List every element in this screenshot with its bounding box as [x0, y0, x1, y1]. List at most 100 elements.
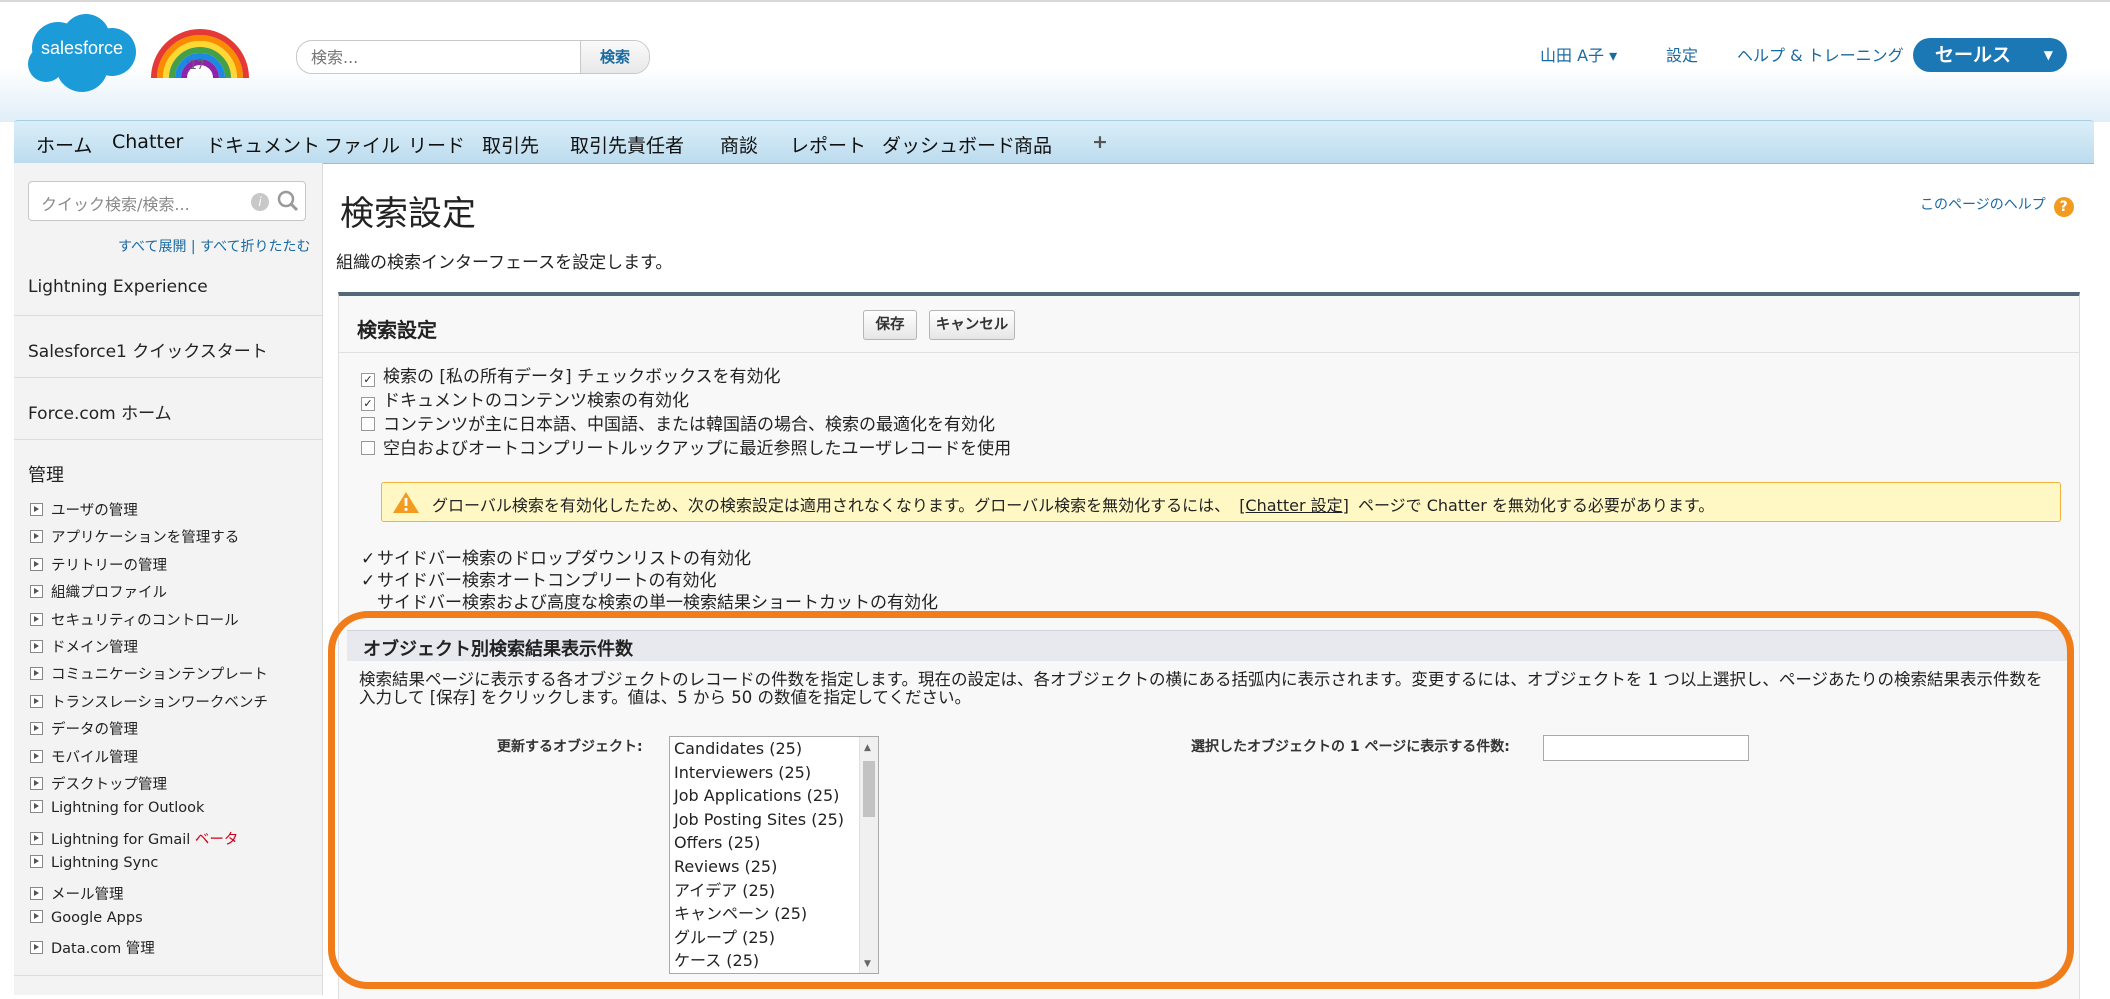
checkbox[interactable]: ✓: [361, 373, 375, 387]
tab-reports[interactable]: レポート: [790, 131, 866, 158]
warning-text-after: ページで Chatter を無効化する必要があります。: [1357, 496, 1715, 515]
checkbox-label: 空白およびオートコンプリートルックアップに最近参照したユーザレコードを使用: [383, 439, 1012, 459]
admin-item-label: モバイル管理: [51, 749, 138, 766]
sidebar-item-salesforce1-quickstart[interactable]: Salesforce1 クイックスタート: [28, 337, 268, 362]
checkbox[interactable]: ✓: [361, 397, 375, 411]
expand-icon[interactable]: [30, 777, 43, 790]
sidebar-item-lightning-experience[interactable]: Lightning Experience: [28, 277, 208, 297]
objects-listbox[interactable]: Candidates (25) Interviewers (25) Job Ap…: [669, 736, 879, 974]
list-item[interactable]: Interviewers (25): [670, 761, 878, 785]
expand-icon[interactable]: [30, 855, 43, 869]
scroll-down-icon[interactable]: ▼: [864, 959, 871, 969]
scrollbar[interactable]: ▲ ▼: [859, 737, 878, 973]
admin-item-lightning-sync[interactable]: Lightning Sync: [30, 855, 158, 871]
expand-icon[interactable]: [30, 886, 43, 900]
expand-icon[interactable]: [30, 557, 43, 571]
tab-chatter[interactable]: Chatter: [112, 131, 183, 153]
expand-icon[interactable]: [30, 749, 43, 763]
global-search-input[interactable]: [309, 43, 575, 71]
scroll-up-icon[interactable]: ▲: [864, 743, 871, 753]
sidebar-item-forcecom-home[interactable]: Force.com ホーム: [28, 399, 172, 424]
user-menu[interactable]: 山田 A子 ▾: [1540, 42, 1617, 66]
tab-accounts[interactable]: 取引先: [482, 131, 539, 158]
admin-item-apps[interactable]: アプリケーションを管理する: [30, 526, 239, 547]
list-item[interactable]: ケース (25): [670, 949, 878, 973]
tab-documents[interactable]: ドキュメント: [206, 131, 320, 158]
admin-item-label: Data.com 管理: [51, 941, 155, 958]
expand-icon[interactable]: [30, 503, 43, 516]
tab-add-icon[interactable]: +: [1092, 131, 1108, 153]
admin-item-desktop[interactable]: デスクトップ管理: [30, 773, 167, 794]
divider: [14, 439, 322, 440]
setting-recent-users-lookup[interactable]: 空白およびオートコンプリートルックアップに最近参照したユーザレコードを使用: [361, 434, 1011, 459]
setting-cjk-optimization[interactable]: コンテンツが主に日本語、中国語、または韓国語の場合、検索の最適化を有効化: [361, 410, 995, 435]
expand-icon[interactable]: [30, 800, 43, 814]
admin-item-security[interactable]: セキュリティのコントロール: [30, 609, 239, 630]
help-icon: ?: [2053, 197, 2074, 217]
expand-icon[interactable]: [30, 722, 43, 736]
results-count-input[interactable]: [1543, 735, 1749, 761]
section-title: オブジェクト別検索結果表示件数: [363, 639, 633, 660]
admin-item-label: 組織プロファイル: [51, 585, 167, 602]
tab-contacts[interactable]: 取引先責任者: [570, 131, 684, 158]
tab-dashboards[interactable]: ダッシュボード: [882, 131, 1015, 158]
tab-files[interactable]: ファイル: [324, 131, 400, 158]
admin-item-domain[interactable]: ドメイン管理: [30, 636, 138, 657]
quick-search-input[interactable]: クイック検索/検索... i: [28, 181, 306, 221]
expand-collapse-links[interactable]: すべて展開 | すべて折りたたむ: [118, 236, 311, 256]
list-item[interactable]: Offers (25): [670, 831, 878, 855]
admin-item-data[interactable]: データの管理: [30, 718, 138, 739]
list-item[interactable]: Job Posting Sites (25): [670, 808, 878, 832]
help-training-link[interactable]: ヘルプ & トレーニング: [1737, 42, 1904, 66]
tab-home[interactable]: ホーム: [36, 131, 92, 158]
cancel-button[interactable]: キャンセル: [929, 310, 1015, 340]
option-label: サイドバー検索および高度な検索の単一検索結果ショートカットの有効化: [377, 593, 938, 613]
admin-item-mobile[interactable]: モバイル管理: [30, 746, 138, 767]
app-switcher[interactable]: セールス ▼: [1913, 38, 2067, 72]
expand-icon[interactable]: [30, 694, 43, 708]
list-item[interactable]: グループ (25): [670, 926, 878, 950]
admin-item-org-profile[interactable]: 組織プロファイル: [30, 581, 167, 602]
admin-item-lightning-outlook[interactable]: Lightning for Outlook: [30, 800, 204, 816]
admin-item-users[interactable]: ユーザの管理: [30, 499, 138, 520]
expand-icon[interactable]: [30, 640, 43, 653]
admin-item-label: Lightning for Outlook: [51, 800, 205, 817]
expand-icon[interactable]: [30, 831, 43, 845]
expand-icon[interactable]: [30, 910, 43, 923]
list-item[interactable]: Candidates (25): [670, 737, 878, 761]
scroll-thumb[interactable]: [863, 761, 875, 817]
list-item[interactable]: Reviews (25): [670, 855, 878, 879]
list-item[interactable]: アイデア (25): [670, 879, 878, 903]
expand-icon[interactable]: [30, 941, 43, 955]
admin-item-territories[interactable]: テリトリーの管理: [30, 554, 167, 575]
save-button[interactable]: 保存: [863, 310, 917, 340]
list-item[interactable]: Job Applications (25): [670, 784, 878, 808]
page-help-link[interactable]: このページのヘルプ?: [1920, 194, 2074, 217]
admin-item-lightning-gmail[interactable]: Lightning for Gmail ベータ: [30, 828, 238, 849]
admin-item-google-apps[interactable]: Google Apps: [30, 910, 143, 926]
divider: [14, 975, 322, 976]
admin-item-translation[interactable]: トランスレーションワークベンチ: [30, 691, 268, 712]
expand-icon[interactable]: [30, 530, 43, 544]
expand-icon[interactable]: [30, 667, 43, 681]
admin-item-email[interactable]: メール管理: [30, 883, 124, 904]
setting-my-items-checkbox[interactable]: ✓ 検索の [私の所有データ] チェックボックスを有効化: [361, 362, 781, 387]
setting-document-content-search[interactable]: ✓ ドキュメントのコンテンツ検索の有効化: [361, 386, 689, 411]
salesforce-logo[interactable]: salesforce: [24, 12, 140, 94]
info-icon[interactable]: i: [251, 193, 269, 211]
admin-item-comm-templates[interactable]: コミュニケーションテンプレート: [30, 663, 268, 684]
expand-icon[interactable]: [30, 612, 43, 626]
settings-link[interactable]: 設定: [1666, 42, 1698, 66]
list-item[interactable]: キャンペーン (25): [670, 902, 878, 926]
chatter-settings-link[interactable]: [Chatter 設定]: [1235, 496, 1353, 515]
page-description: 組織の検索インターフェースを設定します。: [336, 253, 673, 273]
tab-products[interactable]: 商品: [1014, 131, 1052, 158]
global-search-button[interactable]: 検索: [580, 41, 649, 73]
checkbox[interactable]: [361, 441, 375, 455]
search-icon[interactable]: [275, 188, 301, 214]
tab-leads[interactable]: リード: [408, 131, 465, 158]
admin-item-datacom[interactable]: Data.com 管理: [30, 937, 155, 958]
expand-icon[interactable]: [30, 585, 43, 599]
tab-opportunities[interactable]: 商談: [720, 131, 758, 158]
checkbox[interactable]: [361, 417, 375, 431]
